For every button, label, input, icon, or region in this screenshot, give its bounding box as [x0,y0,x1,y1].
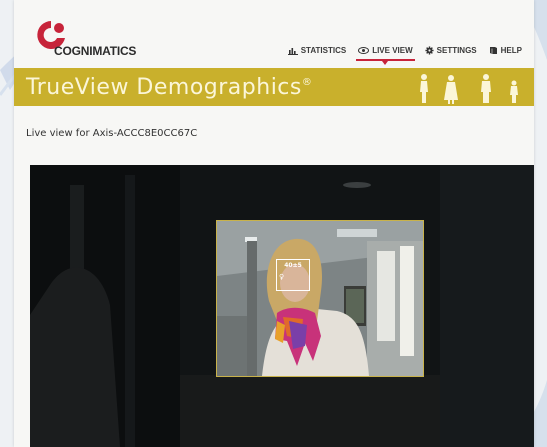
gear-icon [425,46,434,55]
nav-settings[interactable]: SETTINGS [425,46,477,55]
age-estimate-label: 40±5 [284,262,302,269]
bar-chart-icon [287,47,298,55]
gender-symbol: ♀ [279,273,285,281]
live-video-feed: 40±5 ♀ [30,165,534,447]
registered-mark: ® [301,77,313,88]
nav-live-view[interactable]: LIVE VIEW [356,46,416,65]
product-banner: TrueView Demographics® [14,68,534,106]
live-view-caption: Live view for Axis-ACCC8E0CC67C [26,128,198,139]
nav-live-view-label: LIVE VIEW [372,46,413,55]
app-page: COGNIMATICS STATISTICS LIVE VIEW SETTING… [14,0,534,447]
product-title: TrueView Demographics [26,75,302,100]
nav-help[interactable]: HELP [489,46,522,55]
book-icon [489,47,497,54]
page-title: TrueView Demographics® [26,75,312,100]
nav-help-label: HELP [500,46,522,55]
eye-icon [358,47,370,54]
nav-settings-label: SETTINGS [436,46,477,55]
brand-name: COGNIMATICS [54,44,137,58]
demographic-figures-icon [420,74,518,104]
face-detection-box: 40±5 ♀ [276,259,310,291]
top-nav: STATISTICS LIVE VIEW SETTINGS HELP [287,46,522,65]
cognimatics-logo[interactable]: COGNIMATICS [34,18,174,62]
detection-window: 40±5 ♀ [216,220,424,377]
nav-statistics-label: STATISTICS [300,46,347,55]
nav-statistics[interactable]: STATISTICS [287,46,347,55]
person-scene [217,221,423,376]
